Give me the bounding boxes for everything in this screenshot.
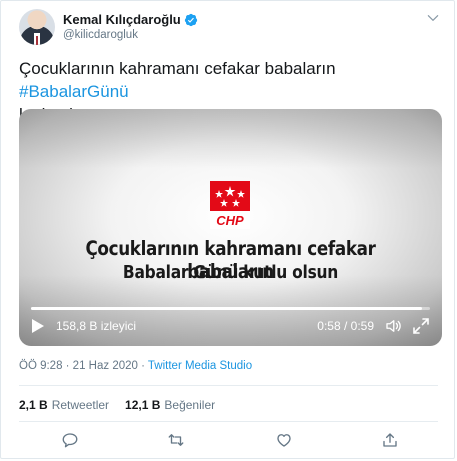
video-progress-fill [31, 307, 423, 310]
tweet-stats: 2,1 B Retweetler 12,1 B Beğeniler [19, 398, 215, 412]
divider-bottom [19, 421, 438, 422]
tweet-text-body: Çocuklarının kahramanı cefakar babaların [19, 59, 336, 78]
author-handle[interactable]: @kilicdarogluk [63, 29, 138, 41]
tweet-source[interactable]: Twitter Media Studio [148, 360, 252, 372]
likes-stat[interactable]: 12,1 B Beğeniler [125, 398, 215, 412]
play-icon[interactable] [31, 318, 45, 334]
share-icon[interactable] [381, 431, 399, 449]
meta-separator: · [137, 360, 148, 372]
video-progress-bar[interactable] [31, 307, 430, 310]
verified-badge-icon [184, 13, 197, 26]
divider-top [19, 385, 438, 386]
chp-logo-text: CHP [216, 213, 244, 228]
tweet-meta: ÖÖ 9:28 · 21 Haz 2020 · Twitter Media St… [19, 360, 252, 372]
chevron-down-icon[interactable] [426, 11, 440, 25]
tweet-actions [61, 431, 401, 451]
video-caption-line2: Babalar Günü kutlu olsun [122, 262, 339, 283]
tweet-timestamp[interactable]: ÖÖ 9:28 · 21 Haz 2020 [19, 360, 138, 372]
volume-icon[interactable] [384, 317, 402, 335]
video-time: 0:58 / 0:59 [317, 319, 374, 333]
avatar[interactable] [19, 9, 55, 45]
retweets-stat[interactable]: 2,1 B Retweetler [19, 398, 109, 412]
heart-icon[interactable] [275, 431, 293, 449]
hashtag-link[interactable]: #BabalarGünü [19, 82, 129, 101]
tweet-card: Kemal Kılıçdaroğlu @kilicdarogluk Çocukl… [0, 0, 455, 459]
fullscreen-icon[interactable] [413, 318, 429, 334]
retweets-count: 2,1 B [19, 398, 48, 412]
likes-label: Beğeniler [164, 398, 216, 412]
reply-icon[interactable] [61, 431, 79, 449]
video-controls: 158,8 B izleyici 0:58 / 0:59 [19, 315, 442, 343]
chp-logo: CHP [210, 181, 250, 229]
retweets-label: Retweetler [51, 398, 110, 412]
video-player[interactable]: CHP Çocuklarının kahramanı cefakar babal… [19, 109, 442, 346]
author-display-name[interactable]: Kemal Kılıçdaroğlu [63, 12, 181, 27]
retweet-icon[interactable] [167, 431, 185, 449]
likes-count: 12,1 B [125, 398, 161, 412]
author-name-row[interactable]: Kemal Kılıçdaroğlu [63, 12, 198, 27]
view-count: 158,8 B izleyici [56, 319, 137, 333]
avatar-tie [36, 36, 38, 45]
